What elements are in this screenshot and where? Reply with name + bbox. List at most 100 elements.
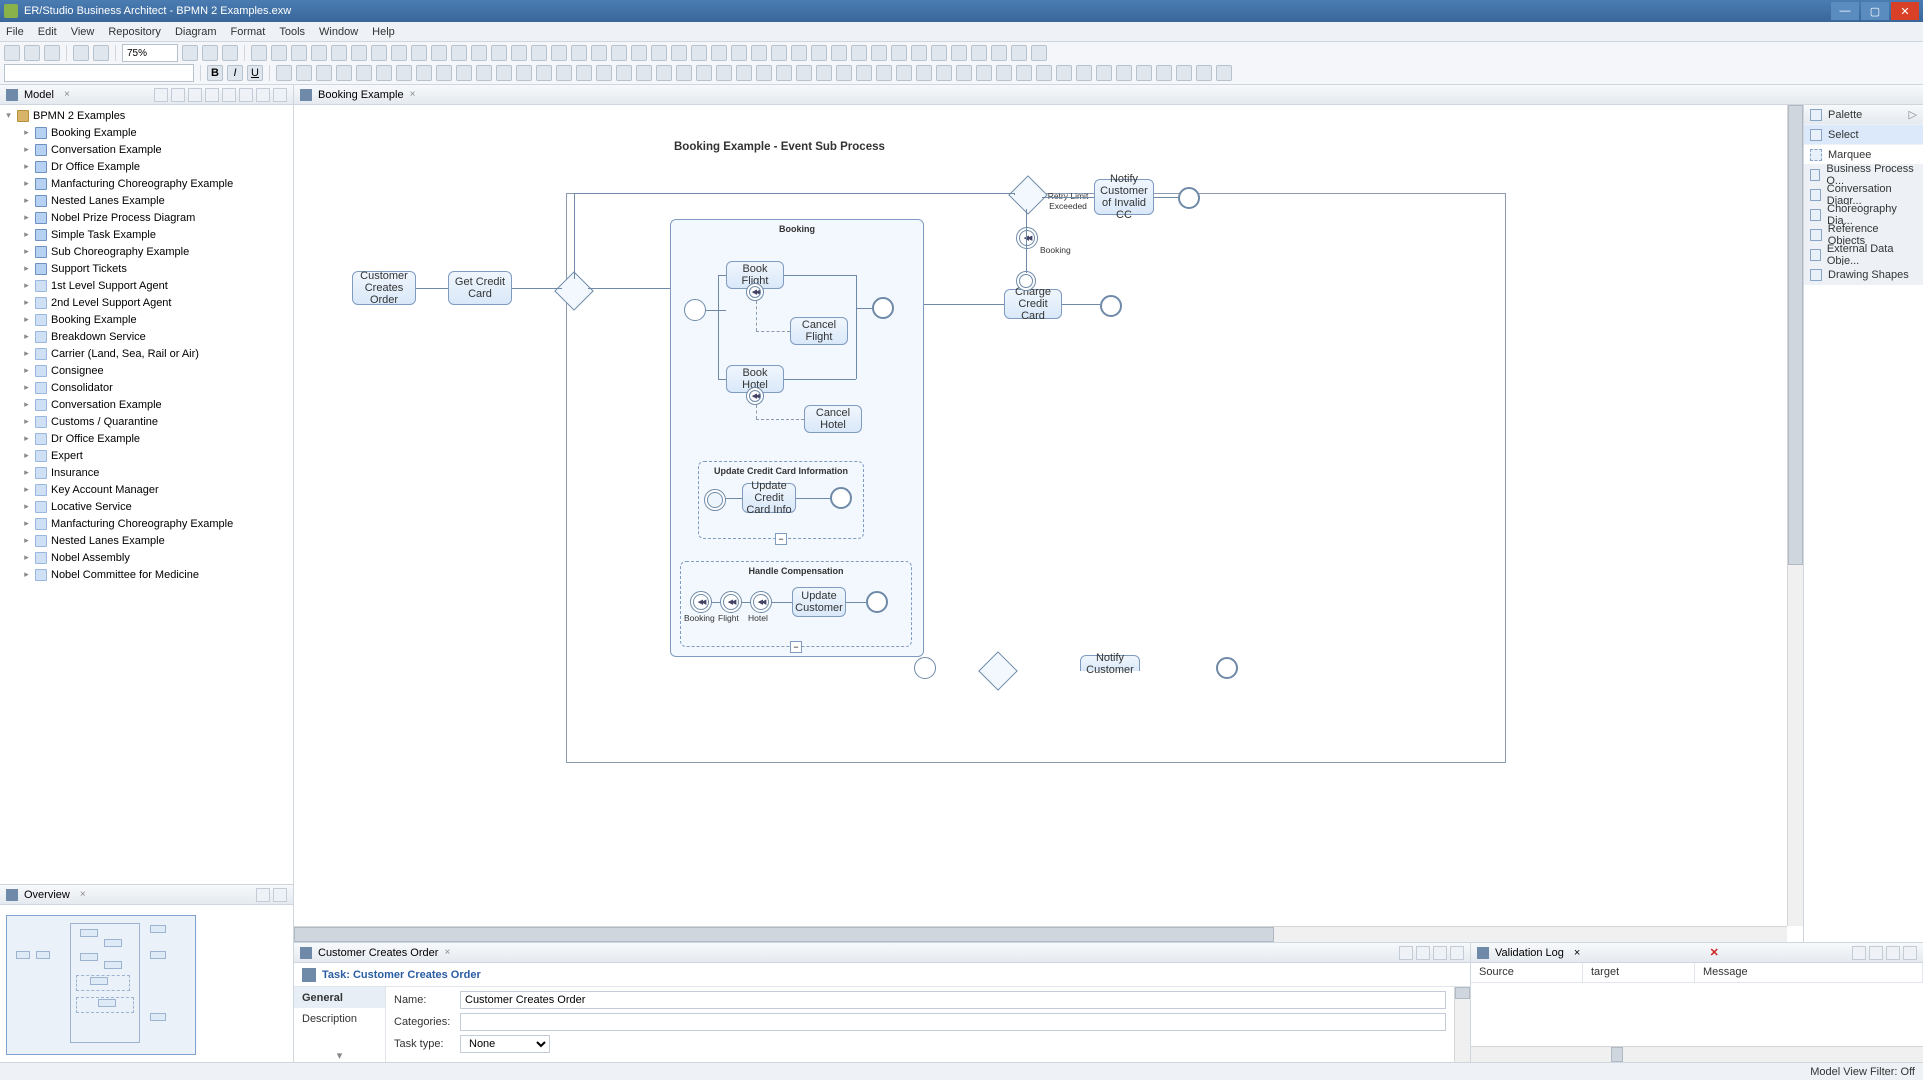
tb-fmt-18-icon[interactable]: [636, 65, 652, 81]
model-panel-close-icon[interactable]: ×: [64, 89, 70, 100]
tb-new-icon[interactable]: [4, 45, 20, 61]
prop-name-input[interactable]: [460, 991, 1446, 1009]
tb-fmt-19-icon[interactable]: [656, 65, 672, 81]
tb-shape-4-icon[interactable]: [331, 45, 347, 61]
tb-shape-23-icon[interactable]: [711, 45, 727, 61]
tb-fmt-22-icon[interactable]: [716, 65, 732, 81]
end-event-notify[interactable]: [1178, 187, 1200, 209]
tree-item[interactable]: ▸1st Level Support Agent: [0, 277, 293, 294]
tb-fmt-1-icon[interactable]: [296, 65, 312, 81]
tree-root[interactable]: ▾ BPMN 2 Examples: [0, 107, 293, 124]
tb-fmt-37-icon[interactable]: [1016, 65, 1032, 81]
tb-fmt-4-icon[interactable]: [356, 65, 372, 81]
tb-shape-3-icon[interactable]: [311, 45, 327, 61]
tb-fmt-33-icon[interactable]: [936, 65, 952, 81]
menu-tools[interactable]: Tools: [279, 26, 305, 38]
tb-shape-2-icon[interactable]: [291, 45, 307, 61]
collapse-marker-2-icon[interactable]: −: [790, 641, 802, 653]
diagram-canvas[interactable]: Booking Example - Event Sub Process Cust…: [294, 105, 1803, 942]
menu-diagram[interactable]: Diagram: [175, 26, 217, 38]
tb-fmt-12-icon[interactable]: [516, 65, 532, 81]
canvas-v-scrollbar[interactable]: [1787, 105, 1803, 926]
editor-tab-label[interactable]: Booking Example: [318, 89, 404, 101]
boundary-event-flight[interactable]: [746, 283, 764, 301]
tb-shape-31-icon[interactable]: [871, 45, 887, 61]
tb-shape-29-icon[interactable]: [831, 45, 847, 61]
tree-item[interactable]: ▸Nested Lanes Example: [0, 532, 293, 549]
tb-fmt-32-icon[interactable]: [916, 65, 932, 81]
tb-fmt-21-icon[interactable]: [696, 65, 712, 81]
tb-underline-icon[interactable]: U: [247, 65, 263, 81]
tb-shape-33-icon[interactable]: [911, 45, 927, 61]
tree-item[interactable]: ▸Customs / Quarantine: [0, 413, 293, 430]
tree-item[interactable]: ▸Sub Choreography Example: [0, 243, 293, 260]
validation-clear-icon[interactable]: ✕: [1710, 946, 1719, 959]
window-maximize-button[interactable]: ▢: [1861, 2, 1889, 20]
task-update-customer[interactable]: Update Customer: [792, 587, 846, 617]
tree-item[interactable]: ▸Nobel Assembly: [0, 549, 293, 566]
overview-canvas[interactable]: [0, 905, 293, 1062]
val-min-icon[interactable]: [1869, 946, 1883, 960]
val-max-icon[interactable]: [1886, 946, 1900, 960]
end-event-main[interactable]: [1100, 295, 1122, 317]
prop-side-more-icon[interactable]: ▾: [294, 1029, 385, 1062]
task-cancel-hotel[interactable]: Cancel Hotel: [804, 405, 862, 433]
model-tool-1-icon[interactable]: [154, 88, 168, 102]
tb-shape-32-icon[interactable]: [891, 45, 907, 61]
start-event-comp-booking[interactable]: [690, 591, 712, 613]
font-combo[interactable]: [4, 64, 194, 82]
model-tool-4-icon[interactable]: [205, 88, 219, 102]
tb-shape-36-icon[interactable]: [971, 45, 987, 61]
boundary-event-charge[interactable]: [1016, 271, 1036, 291]
tree-item[interactable]: ▸2nd Level Support Agent: [0, 294, 293, 311]
event-bottom[interactable]: [914, 657, 936, 679]
tree-item[interactable]: ▸Booking Example: [0, 124, 293, 141]
tb-fmt-9-icon[interactable]: [456, 65, 472, 81]
end-event-booking[interactable]: [872, 297, 894, 319]
tb-shape-18-icon[interactable]: [611, 45, 627, 61]
tb-fmt-3-icon[interactable]: [336, 65, 352, 81]
canvas-h-scrollbar[interactable]: [294, 926, 1787, 942]
tb-fmt-15-icon[interactable]: [576, 65, 592, 81]
tb-fmt-40-icon[interactable]: [1076, 65, 1092, 81]
tb-shape-34-icon[interactable]: [931, 45, 947, 61]
props-min-icon[interactable]: [1433, 946, 1447, 960]
tb-fmt-34-icon[interactable]: [956, 65, 972, 81]
task-customer-creates-order[interactable]: Customer Creates Order: [352, 271, 416, 305]
v-scroll-thumb[interactable]: [1788, 105, 1803, 565]
tree-item[interactable]: ▸Key Account Manager: [0, 481, 293, 498]
end-event-update-cc[interactable]: [830, 487, 852, 509]
tree-item[interactable]: ▸Booking Example: [0, 311, 293, 328]
tb-shape-0-icon[interactable]: [251, 45, 267, 61]
val-col-target[interactable]: target: [1583, 963, 1695, 982]
tree-item[interactable]: ▸Consolidator: [0, 379, 293, 396]
menu-view[interactable]: View: [71, 26, 95, 38]
tb-shape-22-icon[interactable]: [691, 45, 707, 61]
boundary-event-hotel[interactable]: [746, 387, 764, 405]
tb-shape-28-icon[interactable]: [811, 45, 827, 61]
validation-h-scrollbar[interactable]: [1471, 1046, 1923, 1062]
tb-fmt-11-icon[interactable]: [496, 65, 512, 81]
overview-close-icon[interactable]: ×: [80, 889, 86, 900]
menu-file[interactable]: File: [6, 26, 24, 38]
tb-fmt-42-icon[interactable]: [1116, 65, 1132, 81]
tb-italic-icon[interactable]: I: [227, 65, 243, 81]
tree-item[interactable]: ▸Conversation Example: [0, 141, 293, 158]
tb-shape-13-icon[interactable]: [511, 45, 527, 61]
tb-fmt-17-icon[interactable]: [616, 65, 632, 81]
menu-edit[interactable]: Edit: [38, 26, 57, 38]
tb-shape-39-icon[interactable]: [1031, 45, 1047, 61]
tree-item[interactable]: ▸Simple Task Example: [0, 226, 293, 243]
tb-fmt-47-icon[interactable]: [1216, 65, 1232, 81]
window-close-button[interactable]: ✕: [1891, 2, 1919, 20]
task-cancel-flight[interactable]: Cancel Flight: [790, 317, 848, 345]
props-v-scrollbar[interactable]: [1454, 987, 1470, 1062]
tb-shape-17-icon[interactable]: [591, 45, 607, 61]
tree-item[interactable]: ▸Consignee: [0, 362, 293, 379]
tree-item[interactable]: ▸Manfacturing Choreography Example: [0, 515, 293, 532]
tb-shape-26-icon[interactable]: [771, 45, 787, 61]
tb-shape-12-icon[interactable]: [491, 45, 507, 61]
tb-shape-21-icon[interactable]: [671, 45, 687, 61]
tb-fmt-36-icon[interactable]: [996, 65, 1012, 81]
task-update-cc[interactable]: Update Credit Card Info: [742, 483, 796, 513]
